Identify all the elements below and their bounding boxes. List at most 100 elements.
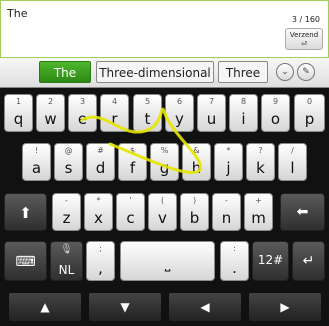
key-label: d [95, 159, 106, 177]
key-hint: % [160, 146, 169, 155]
key-hint: 5 [144, 97, 151, 106]
key-hint: 2 [47, 97, 54, 106]
key-hint: + [255, 196, 262, 205]
arrow-up-button[interactable]: ▲ [8, 292, 82, 322]
key-t[interactable]: 5t [133, 94, 162, 132]
compose-area[interactable]: The 3 / 160 Verzend ⏎ [0, 0, 329, 58]
key-label: z [62, 209, 71, 227]
key-label: t [144, 110, 151, 128]
key-hint: ' [129, 196, 132, 205]
key-label: v [158, 209, 167, 227]
key-label: y [175, 110, 184, 128]
key-a[interactable]: ! a [22, 143, 51, 181]
key-label: c [126, 209, 135, 227]
key-h[interactable]: & h [182, 143, 211, 181]
keyboard-icon: ⌨ [15, 254, 36, 270]
key-g[interactable]: % g [150, 143, 179, 181]
key-label: l [290, 159, 295, 177]
key-q[interactable]: 1q [4, 94, 33, 132]
key-z[interactable]: -z [52, 193, 81, 231]
key-y[interactable]: 6y [165, 94, 194, 132]
key-hint: * [96, 196, 101, 205]
key-hint: $ [129, 146, 136, 155]
key-hint: ! [34, 146, 39, 155]
space-key[interactable]: ⎵ [120, 241, 215, 281]
arrow-down-button[interactable]: ▼ [88, 292, 162, 322]
key-b[interactable]: ) b [180, 193, 209, 231]
key-hint: @ [64, 146, 73, 155]
compose-text[interactable]: The [7, 7, 27, 20]
key-j[interactable]: * j [214, 143, 243, 181]
key-hint: - [225, 196, 228, 205]
key-label: u [206, 110, 217, 128]
key-label: b [189, 209, 200, 227]
key-d[interactable]: # d [86, 143, 115, 181]
key-hint: ( [160, 196, 165, 205]
key-label: a [31, 159, 42, 177]
key-w[interactable]: 2w [36, 94, 65, 132]
key-hint: / [291, 146, 294, 155]
key-hint: : [233, 244, 236, 253]
key-m[interactable]: + m [244, 193, 273, 231]
key-label: q [13, 110, 24, 128]
send-label: Verzend [289, 31, 319, 39]
key-i[interactable]: 8i [229, 94, 258, 132]
key-label: k [256, 159, 265, 177]
key-n[interactable]: -n [212, 193, 241, 231]
key-label: f [129, 159, 136, 177]
key-label: r [111, 110, 118, 128]
key-label: j [226, 159, 231, 177]
key-label: e [77, 110, 88, 128]
period-key[interactable]: :. [220, 241, 249, 281]
key-hint: 7 [208, 97, 215, 106]
key-label: p [304, 110, 315, 128]
key-u[interactable]: 7u [197, 94, 226, 132]
suggestion-primary[interactable]: The [39, 61, 91, 83]
symbols-label: 12# [257, 253, 284, 267]
key-label: i [241, 110, 246, 128]
enter-icon: ↵ [302, 253, 315, 269]
keyboard-settings-key[interactable]: ⌨ [4, 241, 47, 281]
shift-key[interactable]: ⬆ [4, 193, 47, 231]
arrow-right-button[interactable]: ▶ [248, 292, 322, 322]
key-f[interactable]: $ f [118, 143, 147, 181]
backspace-key[interactable]: ⬅ [280, 193, 325, 231]
key-hint: 0 [306, 97, 313, 106]
key-k[interactable]: ? k [246, 143, 275, 181]
chevron-down-icon[interactable]: ⌄ [276, 63, 294, 81]
left-arrow-icon: ⬅ [296, 204, 309, 220]
key-hint: & [193, 146, 200, 155]
enter-key[interactable]: ↵ [292, 241, 325, 281]
send-icon: ⏎ [301, 40, 307, 48]
comma-key[interactable]: ;, [86, 241, 115, 281]
key-r[interactable]: 4r [100, 94, 129, 132]
mic-icon: 🎙 [60, 244, 73, 255]
key-label: g [159, 159, 170, 177]
key-o[interactable]: 9o [261, 94, 290, 132]
down-icon: ▼ [120, 300, 130, 314]
symbols-key[interactable]: 12# [252, 241, 289, 281]
key-label: h [191, 159, 202, 177]
key-hint: 3 [79, 97, 86, 106]
key-v[interactable]: (v [148, 193, 177, 231]
key-hint: 6 [176, 97, 183, 106]
key-p[interactable]: 0p [294, 94, 325, 132]
language-key[interactable]: 🎙 NL [50, 241, 83, 281]
space-icon: ⎵ [164, 256, 171, 272]
send-button[interactable]: Verzend ⏎ [285, 28, 323, 50]
suggestion-item[interactable]: Three [218, 61, 268, 83]
key-label: , [98, 259, 103, 277]
key-hint: 8 [240, 97, 247, 106]
pen-icon[interactable]: ✎ [297, 63, 315, 81]
key-hint: 9 [272, 97, 279, 106]
key-l[interactable]: / l [278, 143, 307, 181]
key-s[interactable]: @ s [54, 143, 83, 181]
key-hint: ; [99, 244, 102, 253]
suggestion-item[interactable]: Three-dimensional [96, 61, 214, 83]
key-c[interactable]: ' c [116, 193, 145, 231]
key-x[interactable]: * x [84, 193, 113, 231]
left-icon: ◀ [200, 300, 210, 314]
arrow-left-button[interactable]: ◀ [168, 292, 242, 322]
key-e[interactable]: 3e [68, 94, 97, 132]
right-icon: ▶ [280, 300, 290, 314]
